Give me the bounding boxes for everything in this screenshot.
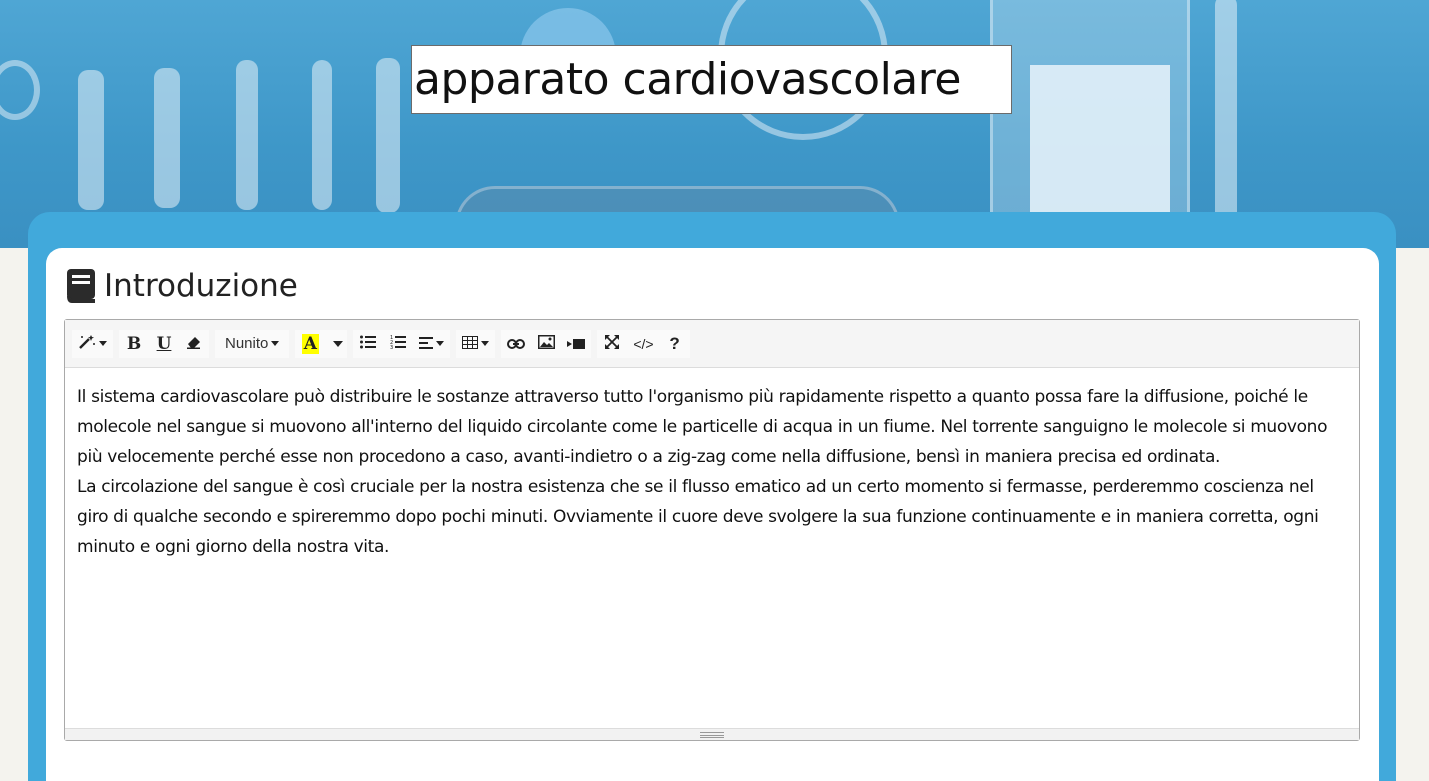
video-button[interactable] — [561, 329, 592, 358]
paragraph-group: 123 — [353, 329, 451, 358]
ordered-list-button[interactable]: 123 — [383, 329, 414, 358]
picture-button[interactable] — [531, 329, 562, 358]
document-title-field[interactable]: apparato cardiovascolare — [411, 45, 1012, 114]
scissors-ring-decoration — [0, 60, 40, 120]
fullscreen-button[interactable] — [597, 329, 628, 358]
resize-grip-icon[interactable] — [700, 731, 724, 738]
instrument-decoration — [1215, 0, 1237, 225]
document-title-text: apparato cardiovascolare — [414, 54, 961, 105]
editor-toolbar: B U Nunito A 1 2 3 </> ? — [65, 320, 1359, 368]
ordered-list-icon: 123 — [390, 335, 407, 352]
jar-content-decoration — [1030, 65, 1170, 215]
section-title: Introduzione — [104, 268, 298, 304]
align-left-icon — [419, 336, 434, 352]
link-icon — [507, 336, 526, 352]
clear-format-button[interactable] — [179, 329, 209, 358]
color-group: A — [295, 329, 348, 358]
font-family-label: Nunito — [225, 335, 269, 352]
instrument-decoration — [312, 60, 332, 210]
instrument-decoration — [78, 70, 104, 210]
editor-content[interactable]: Il sistema cardiovascolare può distribui… — [65, 368, 1359, 728]
book-icon — [66, 268, 96, 304]
code-view-button[interactable]: </> — [627, 329, 660, 358]
style-dropdown-button[interactable] — [72, 329, 113, 358]
view-group: </> ? — [597, 329, 690, 358]
unordered-list-icon — [360, 335, 377, 352]
unordered-list-button[interactable] — [353, 329, 384, 358]
underline-button[interactable]: U — [149, 329, 179, 358]
editor-resize-bar[interactable] — [65, 728, 1359, 740]
font-color-icon: A — [301, 333, 319, 354]
help-button[interactable]: ? — [659, 329, 690, 358]
insert-group — [501, 329, 592, 358]
table-icon — [462, 335, 479, 352]
font-color-button[interactable]: A — [295, 329, 326, 358]
font-family-group: Nunito — [215, 329, 290, 358]
magic-wand-icon — [78, 334, 96, 353]
editor-paragraph: Il sistema cardiovascolare può distribui… — [77, 387, 1328, 467]
editor-paragraph: La circolazione del sangue è così crucia… — [77, 477, 1319, 557]
bold-button[interactable]: B — [119, 329, 149, 358]
link-button[interactable] — [501, 329, 532, 358]
font-family-dropdown[interactable]: Nunito — [215, 329, 290, 358]
font-style-group: B U — [119, 329, 209, 358]
svg-text:3: 3 — [390, 345, 393, 349]
instrument-decoration — [236, 60, 258, 210]
style-group — [72, 329, 113, 358]
instrument-decoration — [376, 58, 400, 213]
align-dropdown-button[interactable] — [413, 329, 451, 358]
video-icon — [567, 336, 586, 352]
fullscreen-icon — [605, 335, 620, 352]
chevron-down-icon — [332, 340, 343, 347]
rich-text-editor: B U Nunito A 1 2 3 </> ? Il sistema card… — [64, 319, 1360, 741]
header-banner — [0, 0, 1429, 248]
table-group — [456, 329, 496, 358]
color-dropdown-button[interactable] — [325, 329, 348, 358]
picture-icon — [537, 335, 555, 352]
eraser-icon — [187, 335, 201, 352]
instrument-decoration — [154, 68, 180, 208]
section-header: Introduzione — [66, 266, 298, 306]
table-dropdown-button[interactable] — [456, 329, 496, 358]
